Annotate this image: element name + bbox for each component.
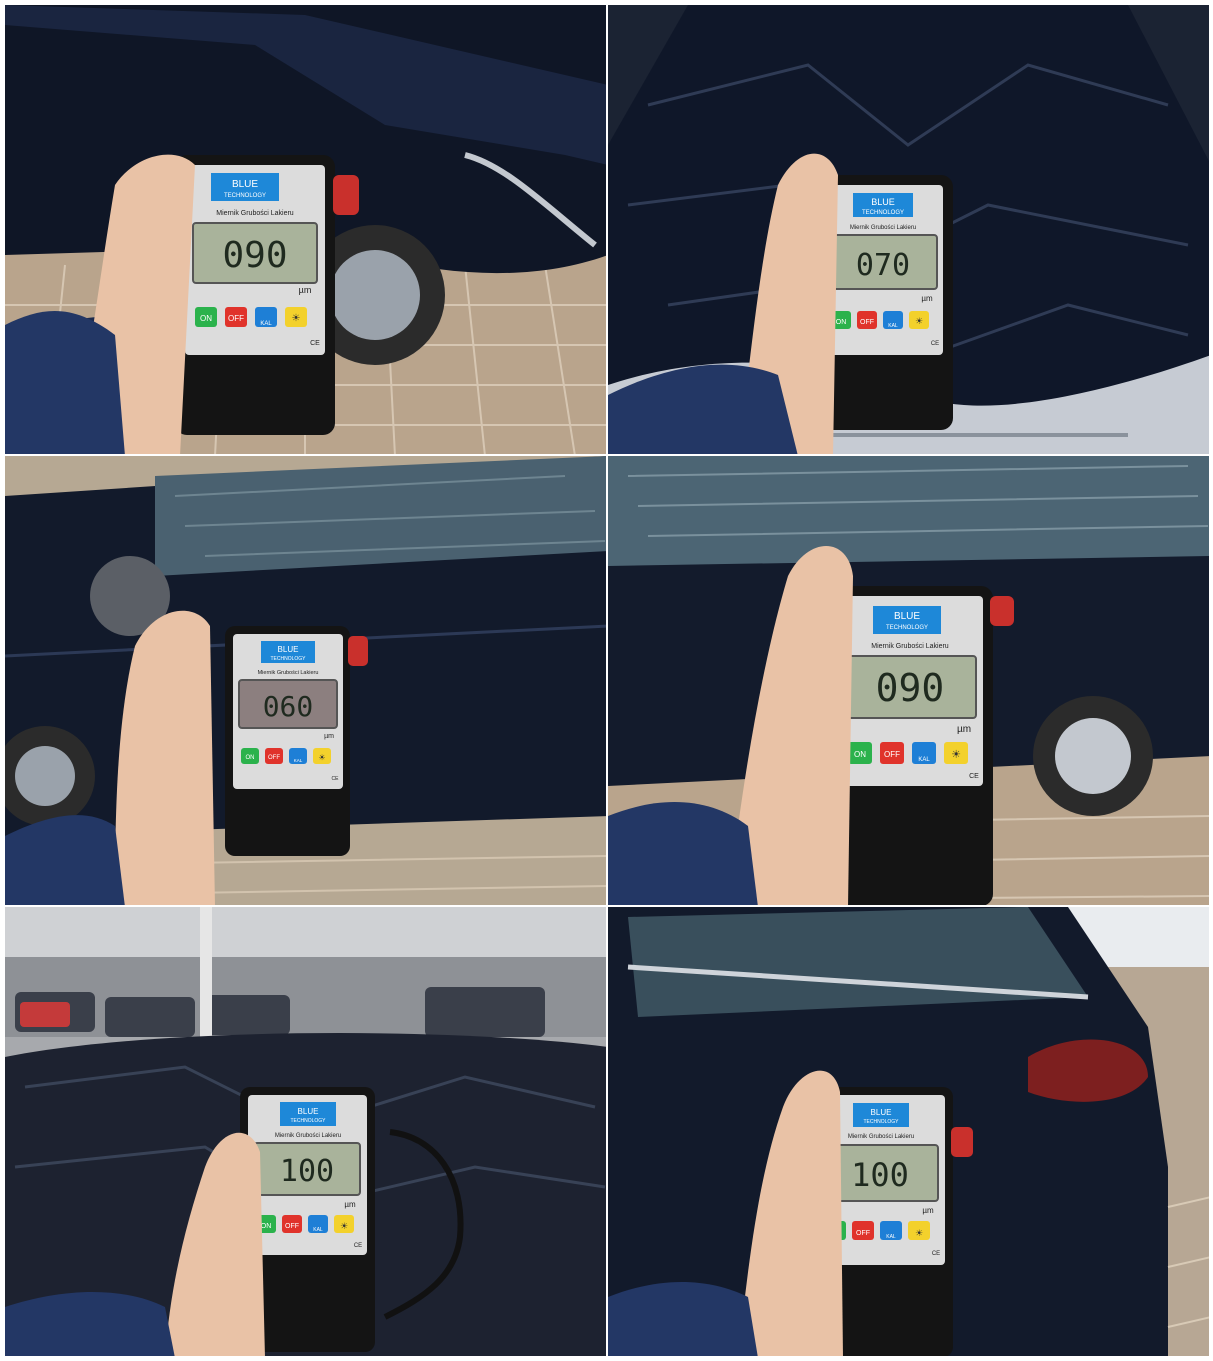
lcd-reading: 100 [280, 1154, 334, 1189]
kal-button-label: KAL [313, 1227, 323, 1233]
unit-label: µm [957, 724, 971, 735]
ce-mark: CE [969, 773, 979, 780]
brand-sub-label: TECHNOLOGY [863, 1119, 899, 1125]
lcd-reading: 100 [851, 1156, 909, 1194]
brand-sub-label: TECHNOLOGY [270, 656, 306, 662]
off-button-label: OFF [268, 755, 280, 761]
coating-thickness-meter: BLUE TECHNOLOGY Miernik Grubości Lakieru… [813, 175, 953, 430]
brand-label: BLUE [232, 179, 258, 190]
on-button-label: ON [200, 314, 212, 323]
ce-mark: CE [932, 1251, 940, 1257]
model-label: Miernik Grubości Lakieru [848, 1134, 914, 1140]
photo-roof: BLUE TECHNOLOGY Miernik Grubości Lakieru… [4, 906, 607, 1357]
coating-thickness-meter: BLUE TECHNOLOGY Miernik Grubości Lakieru… [175, 155, 359, 435]
off-button-label: OFF [884, 750, 900, 759]
brand-sub-label: TECHNOLOGY [290, 1118, 326, 1124]
coating-thickness-meter: BLUE TECHNOLOGY Miernik Grubości Lakieru… [808, 1087, 973, 1356]
light-icon: ☀ [951, 748, 961, 761]
kal-button-label: KAL [888, 323, 898, 329]
off-button-label: OFF [860, 319, 874, 326]
model-label: Miernik Grubości Lakieru [216, 210, 294, 217]
ce-mark: CE [354, 1243, 362, 1249]
photo-front-door: BLUE TECHNOLOGY Miernik Grubości Lakieru… [4, 455, 607, 906]
unit-label: µm [921, 294, 933, 303]
ce-mark: CE [332, 776, 340, 782]
unit-label: µm [299, 285, 312, 295]
photo-grid: BLUE TECHNOLOGY Miernik Grubości Lakieru… [4, 4, 1210, 1358]
lcd-reading: 070 [856, 248, 910, 283]
brand-sub-label: TECHNOLOGY [862, 210, 904, 216]
brand-label: BLUE [278, 645, 299, 654]
unit-label: µm [344, 1200, 356, 1209]
coating-thickness-meter: BLUE TECHNOLOGY Miernik Grubości Lakieru… [240, 1087, 375, 1352]
model-label: Miernik Grubości Lakieru [258, 670, 319, 676]
brand-sub-label: TECHNOLOGY [224, 193, 266, 199]
brand-label: BLUE [894, 611, 920, 622]
light-icon: ☀ [340, 1222, 348, 1232]
unit-label: µm [922, 1206, 934, 1215]
photo-door-panel: BLUE TECHNOLOGY Miernik Grubości Lakieru… [4, 4, 607, 455]
brand-label: BLUE [871, 1108, 892, 1117]
brand-sub-label: TECHNOLOGY [886, 625, 928, 631]
on-button-label: ON [836, 319, 847, 326]
lcd-reading: 090 [222, 235, 287, 276]
light-icon: ☀ [915, 1229, 923, 1239]
off-button-label: OFF [285, 1223, 299, 1230]
model-label: Miernik Grubości Lakieru [850, 225, 916, 231]
model-label: Miernik Grubości Lakieru [871, 643, 949, 650]
lcd-reading: 090 [876, 666, 945, 710]
unit-label: µm [324, 733, 334, 740]
on-button-label: ON [261, 1223, 272, 1230]
brand-label: BLUE [298, 1107, 319, 1116]
photo-hood: BLUE TECHNOLOGY Miernik Grubości Lakieru… [607, 4, 1210, 455]
on-button-label: ON [854, 750, 866, 759]
photo-rear-door: BLUE TECHNOLOGY Miernik Grubości Lakieru… [607, 455, 1210, 906]
kal-button-label: KAL [260, 321, 272, 327]
light-icon: ☀ [318, 753, 325, 762]
brand-label: BLUE [871, 197, 895, 207]
on-button-label: ON [830, 1230, 841, 1237]
coating-thickness-meter: BLUE TECHNOLOGY Miernik Grubości Lakieru… [225, 626, 368, 856]
photo-rear-quarter: BLUE TECHNOLOGY Miernik Grubości Lakieru… [607, 906, 1210, 1357]
model-label: Miernik Grubości Lakieru [275, 1133, 341, 1139]
ce-mark: CE [931, 341, 939, 347]
lcd-reading: 060 [263, 690, 314, 723]
on-button-label: ON [246, 755, 255, 761]
kal-button-label: KAL [294, 758, 303, 763]
kal-button-label: KAL [918, 757, 930, 763]
off-button-label: OFF [228, 314, 244, 323]
coating-thickness-meter: BLUE TECHNOLOGY Miernik Grubości Lakieru… [828, 586, 1014, 905]
ce-mark: CE [310, 340, 320, 347]
off-button-label: OFF [856, 1230, 870, 1237]
kal-button-label: KAL [886, 1234, 896, 1240]
light-icon: ☀ [292, 313, 301, 324]
light-icon: ☀ [915, 317, 923, 327]
